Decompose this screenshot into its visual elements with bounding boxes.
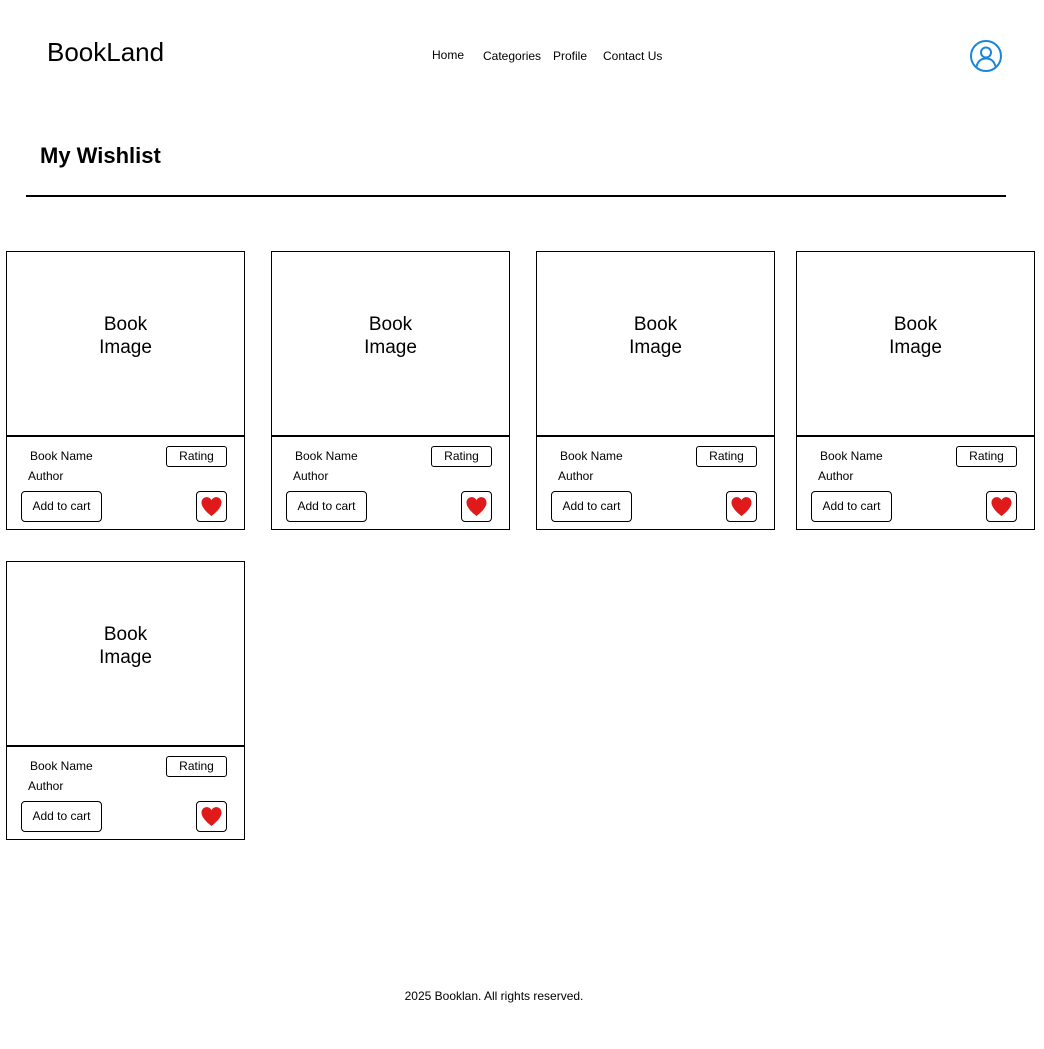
footer-copyright: 2025 Booklan. All rights reserved.: [404, 989, 584, 1003]
book-image-placeholder[interactable]: Book Image: [797, 252, 1034, 437]
rating-button[interactable]: Rating: [431, 446, 492, 467]
add-to-cart-button[interactable]: Add to cart: [21, 491, 102, 522]
add-to-cart-button[interactable]: Add to cart: [551, 491, 632, 522]
add-to-cart-button[interactable]: Add to cart: [286, 491, 367, 522]
book-author: Author: [558, 469, 594, 483]
logo[interactable]: BookLand: [47, 36, 164, 68]
rating-button[interactable]: Rating: [956, 446, 1017, 467]
book-image-placeholder[interactable]: Book Image: [537, 252, 774, 437]
heart-icon: [201, 497, 222, 517]
book-author: Author: [28, 779, 64, 793]
book-image-label: Book Image: [889, 314, 942, 358]
book-name: Book Name: [295, 449, 358, 463]
nav-categories-link[interactable]: Categories: [483, 48, 541, 64]
heart-icon: [466, 497, 487, 517]
wishlist-card: Book Image Book Name Author Rating Add t…: [271, 251, 510, 530]
heart-icon: [731, 497, 752, 517]
add-to-cart-button[interactable]: Add to cart: [21, 801, 102, 832]
book-image-label: Book Image: [364, 314, 417, 358]
rating-button[interactable]: Rating: [696, 446, 757, 467]
book-name: Book Name: [820, 449, 883, 463]
book-name: Book Name: [30, 759, 93, 773]
profile-button[interactable]: [969, 39, 1003, 73]
book-image-placeholder[interactable]: Book Image: [7, 252, 244, 437]
heart-icon: [201, 807, 222, 827]
nav-profile-link[interactable]: Profile: [553, 48, 587, 64]
book-image-placeholder[interactable]: Book Image: [272, 252, 509, 437]
page-title: My Wishlist: [40, 143, 161, 168]
heart-icon: [991, 497, 1012, 517]
wishlist-card: Book Image Book Name Author Rating Add t…: [6, 251, 245, 530]
book-author: Author: [293, 469, 329, 483]
nav-home-link[interactable]: Home: [432, 47, 464, 63]
book-author: Author: [818, 469, 854, 483]
rating-button[interactable]: Rating: [166, 756, 227, 777]
wishlist-heart-button[interactable]: [196, 801, 227, 832]
nav-contact-link[interactable]: Contact Us: [603, 48, 662, 64]
book-image-label: Book Image: [99, 624, 152, 668]
book-image-label: Book Image: [99, 314, 152, 358]
rating-button[interactable]: Rating: [166, 446, 227, 467]
wishlist-heart-button[interactable]: [726, 491, 757, 522]
wishlist-heart-button[interactable]: [461, 491, 492, 522]
add-to-cart-button[interactable]: Add to cart: [811, 491, 892, 522]
wishlist-card: Book Image Book Name Author Rating Add t…: [796, 251, 1035, 530]
book-image-label: Book Image: [629, 314, 682, 358]
book-author: Author: [28, 469, 64, 483]
wishlist-card: Book Image Book Name Author Rating Add t…: [536, 251, 775, 530]
book-name: Book Name: [560, 449, 623, 463]
wishlist-heart-button[interactable]: [196, 491, 227, 522]
book-name: Book Name: [30, 449, 93, 463]
user-circle-icon: [970, 40, 1002, 72]
wishlist-heart-button[interactable]: [986, 491, 1017, 522]
title-divider: [26, 195, 1006, 197]
book-image-placeholder[interactable]: Book Image: [7, 562, 244, 747]
wishlist-card: Book Image Book Name Author Rating Add t…: [6, 561, 245, 840]
